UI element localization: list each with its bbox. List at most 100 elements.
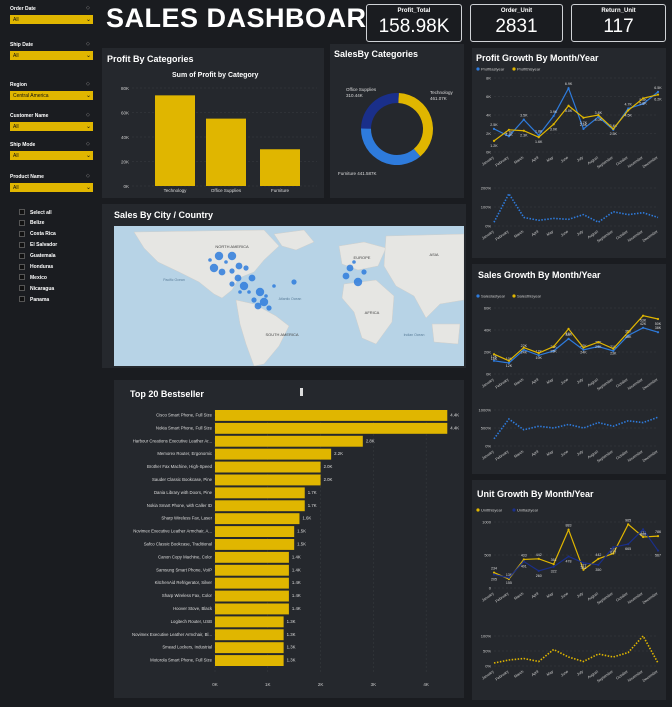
series-point <box>522 129 525 132</box>
bar <box>215 616 284 628</box>
series-point <box>612 347 615 350</box>
eraser-icon[interactable]: ◇ <box>86 112 90 118</box>
x-tick-label: June <box>560 378 569 386</box>
city-bubble <box>229 281 235 287</box>
x-tick-label: March <box>513 378 524 387</box>
x-tick-label: May <box>546 155 554 162</box>
city-bubble <box>353 277 363 287</box>
x-tick-label: February <box>495 229 510 241</box>
bar <box>206 118 246 186</box>
kpi-label: Profit_Total <box>397 8 431 14</box>
data-label: 888 <box>640 532 646 536</box>
legend-label: Profitthisyear <box>517 67 541 72</box>
series-point <box>656 535 660 538</box>
world-map[interactable]: NORTH AMERICA EUROPE ASIA AFRICA SOUTH AMERI… <box>114 226 464 366</box>
eraser-icon[interactable]: ◇ <box>86 41 90 47</box>
x-tick-label: March <box>513 156 524 165</box>
bar <box>215 435 363 447</box>
bar-category: Motorola Smart Phone, Full Size <box>150 658 212 663</box>
data-label: 4.0K <box>595 118 603 122</box>
x-tick-label: April <box>531 155 540 163</box>
filter-dropdown[interactable]: All ⌄ <box>10 51 93 60</box>
x-tick-label: February <box>495 669 510 681</box>
map-label: Atlantic Ocean <box>279 297 302 301</box>
eraser-icon[interactable]: ◇ <box>86 5 90 11</box>
bar-category: Hoover Stove, Black <box>173 606 213 611</box>
eraser-icon[interactable]: ◇ <box>86 81 90 87</box>
bar-value: 1.7K <box>308 490 317 495</box>
data-label: 3.0K <box>550 127 558 131</box>
x-tick-label: September <box>596 229 614 243</box>
data-label: 6.2K <box>654 98 662 102</box>
y-tick-label: 1000 <box>482 520 492 525</box>
country-checkbox[interactable] <box>19 263 25 270</box>
filter-value: All <box>13 185 19 191</box>
country-checkbox[interactable] <box>19 219 25 226</box>
series-point <box>656 90 660 93</box>
x-tick-label: February <box>495 377 510 389</box>
series-point <box>492 139 496 142</box>
legend-marker <box>476 67 480 71</box>
filter-dropdown[interactable]: All ⌄ <box>10 151 93 160</box>
eraser-icon[interactable]: ◇ <box>86 141 90 147</box>
bar <box>215 487 305 499</box>
eraser-icon[interactable]: ◇ <box>86 173 90 179</box>
legend-marker <box>512 294 516 298</box>
y-tick-label: 50% <box>483 649 491 654</box>
x-tick-label: May <box>546 591 554 598</box>
x-tick-label: December <box>642 449 659 463</box>
bar-value: 1.4K <box>292 567 301 572</box>
filter-value: All <box>13 124 19 130</box>
sales-by-city-panel: Sales By City / Country NORTH AMERICA EUR… <box>102 204 466 368</box>
bar <box>215 642 284 654</box>
x-tick-label: January <box>481 449 494 460</box>
bar-category: Novimex Executive Leather Armchair, A... <box>133 529 212 534</box>
bar <box>215 539 295 550</box>
x-tick-label: September <box>596 449 614 463</box>
data-label: 25K <box>550 350 557 354</box>
data-label: 5.0K <box>565 109 573 113</box>
map-label: SOUTH AMERICA <box>265 332 298 337</box>
country-checkbox[interactable] <box>19 285 25 292</box>
y-tick-label: 20K <box>484 350 491 355</box>
percent-line <box>493 192 659 224</box>
filter-dropdown[interactable]: Central America ⌄ <box>10 91 93 100</box>
bar <box>155 95 195 186</box>
slice-value: 461.07K <box>430 96 447 101</box>
data-label: 442 <box>536 553 542 557</box>
city-bubble <box>352 260 356 264</box>
y-tick-label: 20K <box>121 160 129 165</box>
data-label: 5.8K <box>639 101 647 105</box>
x-tick-label: May <box>546 377 554 384</box>
map-label: EUROPE <box>354 255 371 260</box>
x-tick-label: April <box>531 669 540 677</box>
filter-dropdown[interactable]: All ⌄ <box>10 15 93 24</box>
city-bubble <box>266 305 272 311</box>
x-tick-label: 2K <box>318 682 324 687</box>
chevron-down-icon: ⌄ <box>85 53 91 59</box>
focus-mode-icon[interactable] <box>300 388 303 396</box>
kpi-order-unit: Order_Unit 2831 <box>470 4 563 42</box>
sales-category-donut: Technology461.07K Office Supplies310.44K F… <box>338 87 454 176</box>
data-label: 361 <box>551 558 557 562</box>
country-checkbox[interactable] <box>19 241 25 248</box>
kpi-value: 2831 <box>495 16 538 37</box>
series-point <box>507 128 511 131</box>
bar-category: Nokia Smart Phone, Full Size <box>156 425 213 430</box>
series-point <box>656 93 660 96</box>
bar <box>260 149 300 186</box>
panel-title: Sales Growth By Month/Year <box>478 270 601 280</box>
bar <box>215 410 448 421</box>
filter-dropdown[interactable]: All ⌄ <box>10 183 93 192</box>
country-checkbox[interactable] <box>19 209 25 215</box>
slice-label: Office Supplies <box>346 87 377 92</box>
country-checkbox[interactable] <box>19 252 25 259</box>
country-checkbox[interactable] <box>19 230 25 237</box>
country-checkbox[interactable] <box>19 274 25 281</box>
x-tick-label: April <box>531 377 540 385</box>
country-checkbox[interactable] <box>19 296 25 303</box>
bar-category: Logitech Router, USB <box>171 619 212 624</box>
series-point <box>522 346 525 349</box>
filter-dropdown[interactable]: All ⌄ <box>10 122 93 131</box>
data-label: 3.7K <box>580 121 588 125</box>
